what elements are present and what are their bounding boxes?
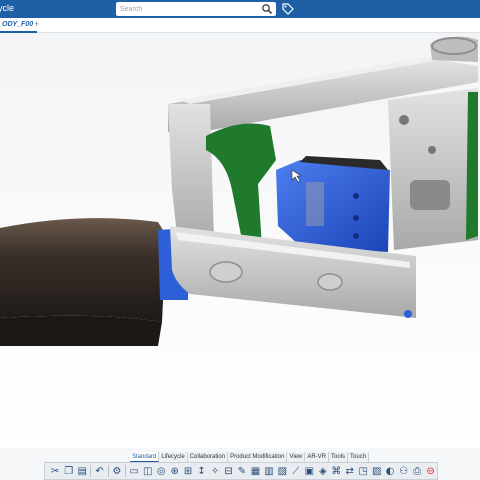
toolbar-separator bbox=[90, 465, 92, 477]
axis-icon[interactable]: ↕ bbox=[195, 464, 207, 478]
tab-touch[interactable]: Touch bbox=[348, 452, 370, 462]
new-doc-icon[interactable]: ▭ bbox=[128, 464, 140, 478]
sketch-icon[interactable]: ◫ bbox=[141, 464, 153, 478]
search-box[interactable] bbox=[116, 2, 276, 16]
share-network-icon[interactable]: ⚇ bbox=[397, 464, 409, 478]
compass-icon[interactable]: ✧ bbox=[209, 464, 221, 478]
tab-view[interactable]: View bbox=[287, 452, 306, 462]
3d-viewport[interactable] bbox=[0, 33, 480, 448]
tab-standard[interactable]: Standard bbox=[130, 452, 160, 462]
line-icon[interactable]: ⟋ bbox=[290, 464, 302, 478]
layout-icon[interactable]: ▨ bbox=[370, 464, 382, 478]
edit-icon[interactable]: ✎ bbox=[236, 464, 248, 478]
search-icon[interactable] bbox=[261, 3, 273, 15]
tab-tools[interactable]: Tools bbox=[329, 452, 349, 462]
tab-collaboration[interactable]: Collaboration bbox=[187, 452, 229, 462]
share-icon[interactable]: ⇄ bbox=[344, 464, 356, 478]
dark-body-part bbox=[0, 218, 166, 322]
action-toolbar: ✂ ❐ ▤ ↶ ⚙ ▭ ◫ ◎ ⊕ ⊞ ↕ ✧ ⊟ ✎ ▦ ▥ ▧ ⟋ ▣ ◈ … bbox=[44, 462, 438, 480]
select-icon[interactable]: ◳ bbox=[357, 464, 369, 478]
print-icon[interactable]: ⎙ bbox=[411, 464, 423, 478]
top-bar: ycle bbox=[0, 0, 480, 18]
search-input[interactable] bbox=[120, 3, 260, 15]
green-part-left bbox=[206, 123, 276, 250]
tab-document[interactable]: ODY_F00 bbox=[0, 18, 38, 33]
graph-icon[interactable]: ⌘ bbox=[330, 464, 342, 478]
green-part-right bbox=[466, 92, 478, 240]
stop-icon[interactable]: ⊖ bbox=[424, 464, 436, 478]
add-tab-button[interactable]: + bbox=[34, 18, 39, 31]
copy-icon[interactable]: ❐ bbox=[62, 464, 74, 478]
align-icon[interactable]: ◎ bbox=[155, 464, 167, 478]
paste-icon[interactable]: ▤ bbox=[76, 464, 88, 478]
tab-product-modification[interactable]: Product Modification bbox=[228, 452, 288, 462]
table-icon[interactable]: ▥ bbox=[263, 464, 275, 478]
toolbar-separator bbox=[125, 465, 127, 477]
right-frame bbox=[388, 88, 478, 250]
tab-lifecycle[interactable]: Lifecycle bbox=[159, 452, 188, 462]
ruler-icon[interactable]: ⊟ bbox=[222, 464, 234, 478]
tag-icon[interactable] bbox=[282, 3, 294, 15]
frame-icon[interactable]: ▣ bbox=[303, 464, 315, 478]
grid-icon[interactable]: ▦ bbox=[249, 464, 261, 478]
ribbon-tab-bar: Standard Lifecycle Collaboration Product… bbox=[130, 452, 370, 462]
undo-icon[interactable]: ↶ bbox=[93, 464, 105, 478]
app-title: ycle bbox=[0, 3, 15, 13]
cut-icon[interactable]: ✂ bbox=[49, 464, 61, 478]
render-icon[interactable]: ◈ bbox=[317, 464, 329, 478]
toolbar-separator bbox=[107, 465, 109, 477]
left-post bbox=[168, 104, 214, 244]
cut-section-icon[interactable]: ⊕ bbox=[168, 464, 180, 478]
settings-icon[interactable]: ⚙ bbox=[111, 464, 123, 478]
view-icon[interactable]: ◐ bbox=[384, 464, 396, 478]
pattern-icon[interactable]: ▧ bbox=[276, 464, 288, 478]
measure-icon[interactable]: ⊞ bbox=[182, 464, 194, 478]
3d-model[interactable] bbox=[0, 33, 480, 448]
document-tab-bar: ODY_F00 + bbox=[0, 18, 480, 33]
tab-ar-vr[interactable]: AR-VR bbox=[305, 452, 330, 462]
